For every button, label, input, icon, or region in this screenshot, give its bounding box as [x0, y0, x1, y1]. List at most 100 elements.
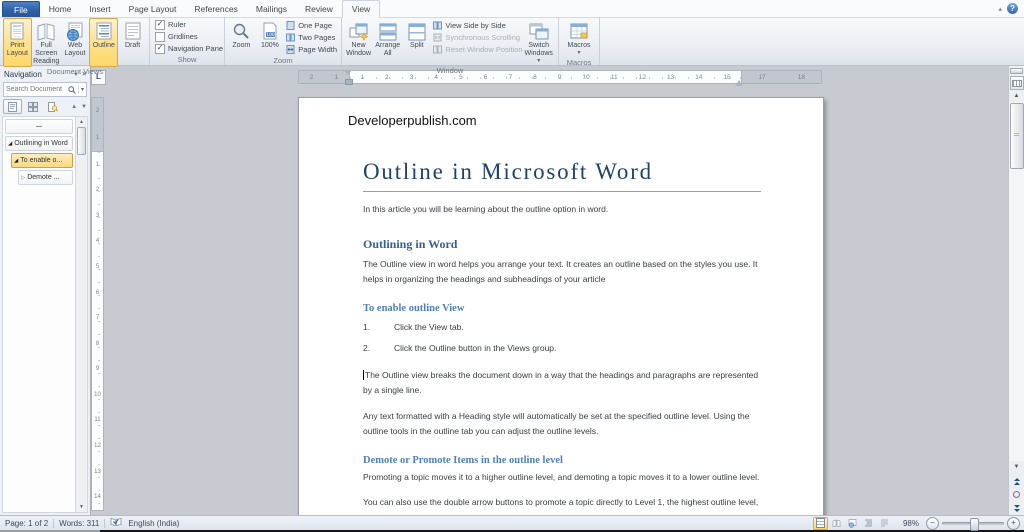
paragraph[interactable]: In this article you will be learning abo…: [363, 202, 761, 218]
view-ruler-toggle-button[interactable]: [1010, 76, 1024, 90]
one-page-button[interactable]: One Page: [286, 19, 337, 31]
group-label-macros: Macros: [559, 58, 599, 67]
document-page[interactable]: Developerpublish.com Outline in Microsof…: [298, 97, 824, 515]
previous-page-button[interactable]: [1010, 473, 1023, 487]
document-header-text[interactable]: Developerpublish.com: [348, 113, 823, 128]
word-count-indicator[interactable]: Words: 311: [54, 519, 104, 528]
collapse-triangle-icon[interactable]: ◢: [8, 141, 12, 147]
gridlines-checkbox[interactable]: Gridlines: [155, 31, 222, 43]
zoom-in-button[interactable]: +: [1007, 517, 1020, 530]
browse-headings-tab[interactable]: [3, 99, 22, 114]
tab-file[interactable]: File: [2, 1, 40, 17]
ruler-checkbox-box[interactable]: [155, 20, 165, 30]
heading-item-to-enable-outline[interactable]: ◢ To enable o...: [11, 153, 73, 168]
scrollbar-track[interactable]: [1009, 102, 1024, 461]
full-screen-reading-view-button[interactable]: [829, 517, 844, 530]
right-indent-marker[interactable]: [735, 76, 743, 86]
draft-view-button[interactable]: [877, 517, 892, 530]
navigation-pane-checkbox-box[interactable]: [155, 44, 165, 54]
next-page-button[interactable]: [1010, 501, 1023, 515]
heading-to-enable-outline-view[interactable]: To enable outline View: [363, 303, 761, 314]
synchronous-scrolling-icon: [433, 33, 442, 42]
new-window-button[interactable]: New Window: [344, 18, 373, 66]
heading-outlining-in-word[interactable]: Outlining in Word: [363, 237, 761, 252]
view-side-by-side-icon: [433, 21, 442, 30]
two-pages-button[interactable]: Two Pages: [286, 31, 337, 43]
paragraph[interactable]: Any text formatted with a Heading style …: [363, 409, 761, 440]
paragraph[interactable]: Promoting a topic moves it to a higher o…: [363, 470, 761, 486]
scroll-up-icon[interactable]: ▲: [1010, 90, 1023, 102]
collapse-triangle-icon[interactable]: ◢: [14, 158, 18, 164]
tab-home[interactable]: Home: [40, 0, 81, 17]
list-item[interactable]: 1. Click the View tab.: [363, 320, 761, 336]
select-browse-object-button[interactable]: [1010, 487, 1023, 501]
ruler-icon: [1012, 80, 1022, 87]
gridlines-checkbox-box[interactable]: [155, 32, 165, 42]
browse-results-tab[interactable]: [43, 99, 62, 114]
left-indent-marker[interactable]: [345, 79, 353, 85]
zoom-level-indicator[interactable]: 98%: [898, 519, 924, 528]
print-layout-view-button[interactable]: [813, 517, 828, 530]
previous-heading-icon[interactable]: ▲: [71, 104, 77, 110]
outline-view-button[interactable]: [861, 517, 876, 530]
empty-heading-item[interactable]: —: [5, 119, 73, 134]
arrange-all-button[interactable]: Arrange All: [373, 18, 402, 66]
language-indicator[interactable]: English (India): [127, 519, 184, 528]
heading-item-outlining-in-word[interactable]: ◢ Outlining in Word: [5, 136, 73, 151]
ruler-vertical-active: 1234567891011121314: [91, 152, 104, 511]
expand-triangle-icon[interactable]: ▷: [21, 175, 25, 181]
ruler-checkbox[interactable]: Ruler: [155, 19, 222, 31]
tab-mailings[interactable]: Mailings: [247, 0, 296, 17]
help-icon[interactable]: ?: [1007, 3, 1018, 14]
full-screen-reading-button[interactable]: Full Screen Reading: [32, 18, 61, 67]
reset-window-position-icon: [433, 45, 442, 54]
switch-windows-button[interactable]: Switch Windows▾: [521, 18, 556, 66]
search-options-icon[interactable]: ▾: [81, 86, 84, 93]
scroll-down-icon[interactable]: ▼: [1010, 461, 1023, 473]
web-layout-button[interactable]: Web Layout: [61, 18, 90, 67]
split-window-handle[interactable]: [1010, 68, 1023, 74]
list-item[interactable]: 2. Click the Outline button in the Views…: [363, 341, 761, 357]
scroll-down-icon[interactable]: ▼: [79, 502, 84, 512]
heading-item-demote[interactable]: ▷ Demote ...: [18, 170, 73, 185]
outline-button[interactable]: Outline: [89, 18, 118, 67]
navigation-scrollbar-thumb[interactable]: [77, 127, 86, 155]
page-count-indicator[interactable]: Page: 1 of 2: [0, 519, 53, 528]
split-button[interactable]: Split: [402, 18, 431, 66]
proofing-status-icon[interactable]: [105, 517, 127, 529]
group-zoom: Zoom 100 100% One Page Two Pages Page Wi…: [225, 17, 342, 65]
tab-insert[interactable]: Insert: [80, 0, 119, 17]
heading-demote-or-promote[interactable]: Demote or Promote Items in the outline l…: [363, 455, 761, 466]
navigation-pane-checkbox[interactable]: Navigation Pane: [155, 43, 222, 55]
tab-references[interactable]: References: [185, 0, 246, 17]
tab-review[interactable]: Review: [296, 0, 342, 17]
scrollbar-thumb[interactable]: [1010, 103, 1024, 169]
search-document-box[interactable]: ▾: [3, 82, 87, 97]
search-icon[interactable]: [68, 81, 76, 99]
navigation-scrollbar[interactable]: ▲ ▼: [76, 116, 88, 513]
scroll-up-icon[interactable]: ▲: [79, 117, 84, 127]
print-layout-button[interactable]: Print Layout: [3, 18, 32, 67]
search-document-input[interactable]: [6, 86, 68, 93]
minimize-ribbon-icon[interactable]: ▴: [998, 5, 1002, 13]
page-width-button[interactable]: Page Width: [286, 43, 337, 55]
paragraph[interactable]: You can also use the double arrow button…: [363, 495, 761, 515]
zoom-out-button[interactable]: −: [926, 517, 939, 530]
document-title[interactable]: Outline in Microsoft Word: [363, 159, 761, 192]
zoom-button[interactable]: Zoom: [227, 18, 256, 56]
vertical-scrollbar[interactable]: ▲ ▼: [1008, 66, 1024, 515]
zoom-slider-track[interactable]: [942, 522, 1004, 525]
zoom-slider-handle[interactable]: [970, 518, 979, 531]
web-layout-view-button[interactable]: [845, 517, 860, 530]
tab-page-layout[interactable]: Page Layout: [120, 0, 186, 17]
macros-button[interactable]: Macros▾: [561, 18, 597, 58]
draft-button[interactable]: Draft: [118, 18, 147, 67]
view-side-by-side-button[interactable]: View Side by Side: [433, 19, 519, 31]
next-heading-icon[interactable]: ▼: [81, 104, 87, 110]
zoom-100-button[interactable]: 100 100%: [256, 18, 285, 56]
paragraph[interactable]: The Outline view breaks the document dow…: [363, 368, 761, 399]
browse-pages-tab[interactable]: [23, 99, 42, 114]
ruler-number: 11: [611, 74, 618, 81]
tab-view[interactable]: View: [342, 0, 380, 18]
paragraph[interactable]: The Outline view in word helps you arran…: [363, 257, 761, 288]
